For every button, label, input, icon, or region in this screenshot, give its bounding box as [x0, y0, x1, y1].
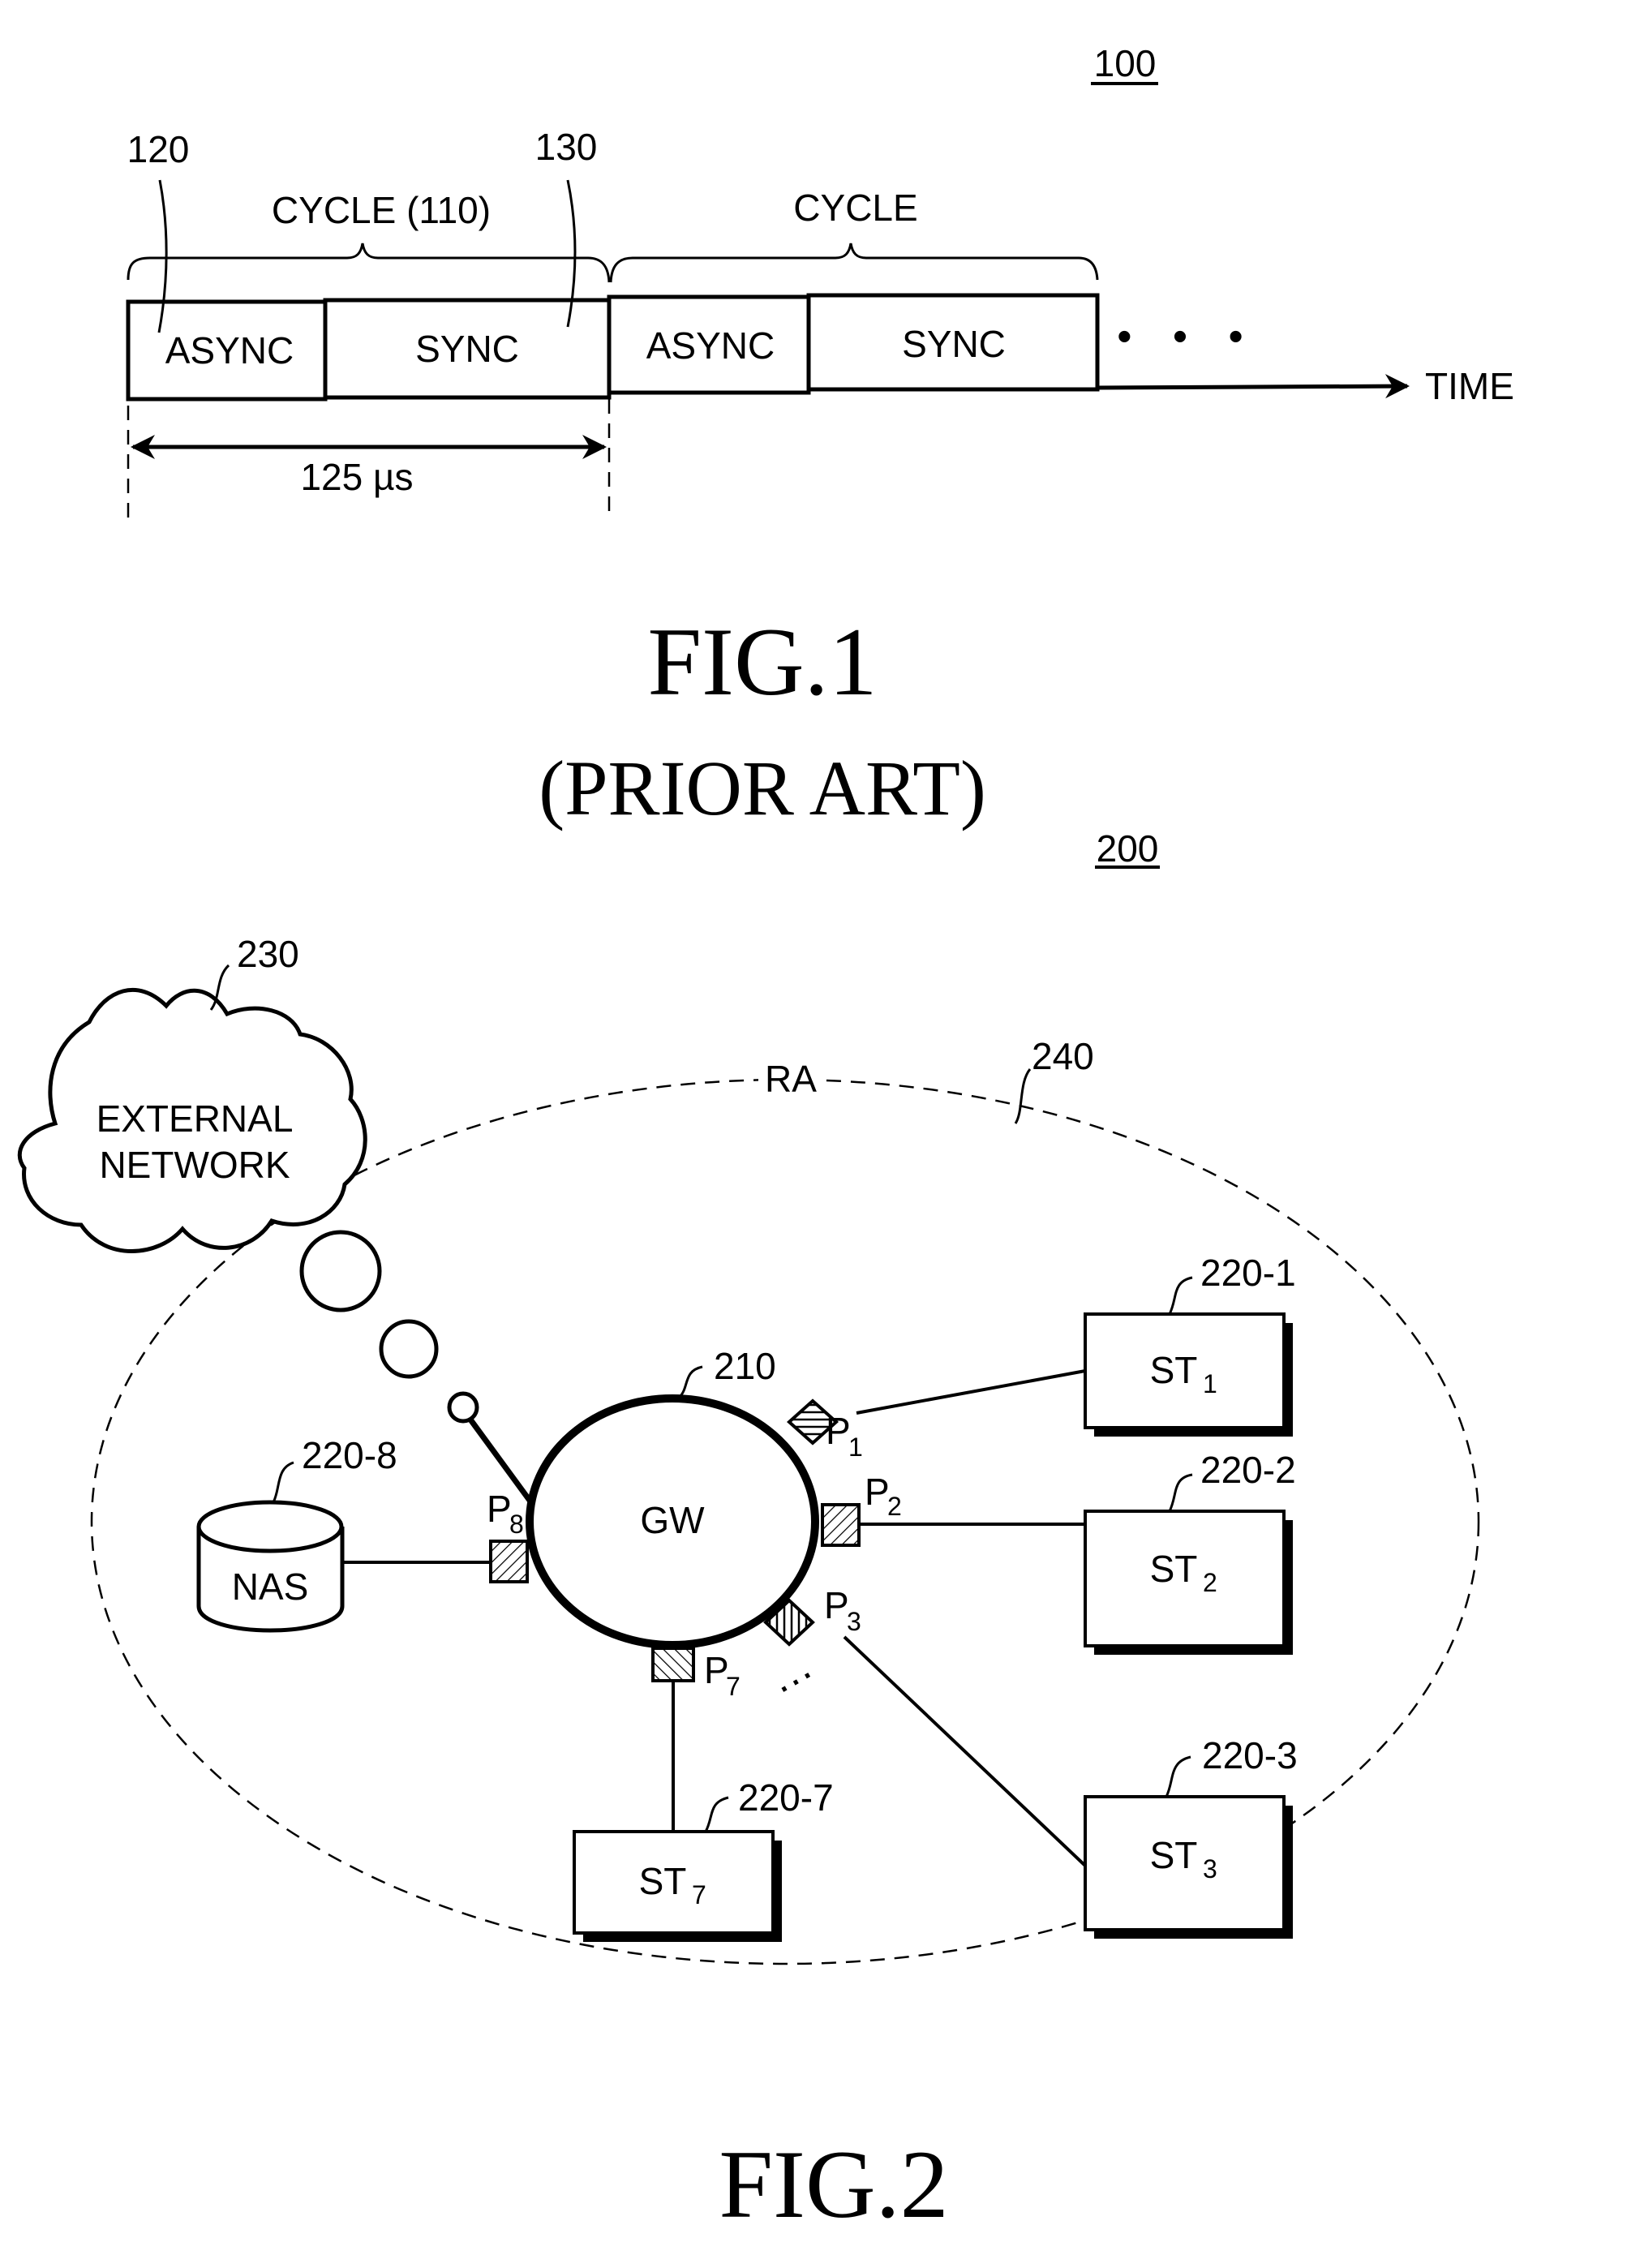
port-ellipsis: …	[760, 1641, 820, 1703]
nas-label: NAS	[232, 1566, 309, 1608]
leader-220-1	[1168, 1276, 1193, 1315]
leader-220-7	[704, 1796, 729, 1832]
time-axis-arrow	[1097, 374, 1410, 399]
station-st7-label: ST	[639, 1860, 687, 1902]
port-p8-sub: 8	[509, 1510, 524, 1539]
port-p3-label: P	[824, 1584, 849, 1626]
port-p2: P 2	[821, 1471, 902, 1547]
fig1-ref-number: 100	[1094, 42, 1157, 84]
station-st3: ST 3 220-3	[1084, 1734, 1298, 1939]
callout-130: 130	[535, 126, 598, 168]
station-st1: ST 1 220-1	[1084, 1252, 1296, 1437]
station-st7-ref: 220-7	[738, 1776, 834, 1819]
link-st1	[856, 1369, 1086, 1415]
port-p7-sub: 7	[726, 1672, 741, 1701]
timeline-frames: ASYNC SYNC ASYNC SYNC	[126, 293, 1100, 402]
fig2-caption: FIG.2	[719, 2130, 948, 2238]
duration-label: 125 µs	[300, 456, 413, 498]
station-st3-label: ST	[1150, 1834, 1198, 1876]
fig2-ref-number: 200	[1097, 827, 1159, 870]
time-axis-label: TIME	[1425, 365, 1514, 407]
leader-240	[1014, 1068, 1032, 1124]
cycle-label-1: CYCLE (110)	[272, 189, 491, 231]
leader-130	[566, 179, 577, 328]
station-st2-sub: 2	[1203, 1568, 1217, 1597]
gateway-label: GW	[640, 1499, 705, 1541]
link-st3	[843, 1635, 1087, 1867]
port-p1-sub: 1	[848, 1433, 863, 1462]
external-network-cloud: EXTERNAL NETWORK 230	[17, 933, 367, 1253]
figure-2: 200 RA 240 EXTERNAL NETWORK 230 GW 210 P…	[17, 827, 1480, 2238]
segment-label-sync-2: SYNC	[902, 323, 1006, 365]
station-st3-ref: 220-3	[1202, 1734, 1298, 1776]
patent-drawing-sheet: 100 120 130 CYCLE (110) CYCLE ASYNC SYNC…	[17, 42, 1514, 2238]
timeline-ellipsis: • • •	[1117, 313, 1258, 360]
port-p2-sub: 2	[887, 1492, 902, 1521]
region-ref-240: 240	[1032, 1035, 1094, 1077]
nas-storage: NAS 220-8	[196, 1434, 397, 1633]
station-st7: ST 7 220-7	[573, 1776, 834, 1942]
port-p1: P 1	[787, 1398, 863, 1462]
segment-label-sync-1: SYNC	[415, 328, 519, 370]
port-p1-label: P	[826, 1410, 851, 1452]
external-network-line2: NETWORK	[99, 1144, 290, 1186]
station-st2-ref: 220-2	[1200, 1449, 1296, 1491]
gateway-ref: 210	[714, 1345, 776, 1387]
leader-220-2	[1168, 1473, 1193, 1512]
segment-label-async-1: ASYNC	[165, 329, 294, 372]
port-p2-label: P	[865, 1471, 890, 1513]
cycle-brace-2	[609, 243, 1099, 283]
leader-210	[678, 1365, 703, 1398]
station-st1-ref: 220-1	[1200, 1252, 1296, 1294]
region-ra-label: RA	[765, 1058, 817, 1100]
external-network-line1: EXTERNAL	[97, 1097, 294, 1140]
station-st2-label: ST	[1150, 1548, 1198, 1590]
leader-220-8	[272, 1461, 294, 1503]
segment-label-async-2: ASYNC	[646, 324, 775, 367]
station-st7-sub: 7	[692, 1880, 706, 1909]
port-p8-label: P	[487, 1488, 512, 1530]
callout-120: 120	[127, 128, 190, 170]
station-st1-label: ST	[1150, 1349, 1198, 1391]
bubble-medium	[379, 1319, 439, 1379]
station-st1-sub: 1	[1203, 1369, 1217, 1398]
bubble-large	[299, 1230, 382, 1312]
station-st3-sub: 3	[1203, 1854, 1217, 1884]
leader-220-3	[1165, 1755, 1191, 1798]
port-p3-sub: 3	[847, 1607, 861, 1636]
fig1-caption-sub: (PRIOR ART)	[539, 745, 986, 831]
nas-ref: 220-8	[302, 1434, 397, 1476]
figure-1: 100 120 130 CYCLE (110) CYCLE ASYNC SYNC…	[126, 42, 1514, 831]
cycle-brace-1	[127, 243, 611, 283]
external-network-ref: 230	[237, 933, 299, 975]
port-p8: P 8	[487, 1488, 529, 1583]
station-st2: ST 2 220-2	[1084, 1449, 1296, 1655]
cycle-label-2: CYCLE	[793, 187, 917, 229]
leader-120	[157, 179, 168, 333]
fig1-caption: FIG.1	[647, 608, 877, 715]
bubble-small	[447, 1391, 479, 1424]
port-p7: P 7	[651, 1647, 741, 1701]
